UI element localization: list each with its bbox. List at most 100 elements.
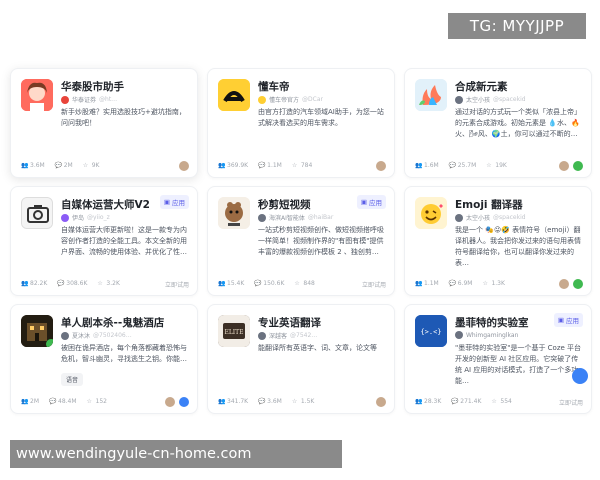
card-stats: 👥 1.6M 💬 25.7M ☆ 19K — [415, 162, 507, 169]
card-stats: 👥 341.7K 💬 3.6M ☆ 1.5K — [218, 398, 315, 405]
card-description: 由官方打造的汽车领域AI助手，为您一站式解决看选买的用车需求。 — [258, 108, 384, 127]
app-icon: ▣ — [557, 316, 564, 324]
card-stats: 👥 82.2K 💬 308.6K ☆ 3.2K — [21, 280, 120, 287]
card-title: 华泰股市助手 — [61, 81, 124, 93]
chat-icon: 💬 — [258, 162, 266, 169]
card-footer — [559, 161, 583, 171]
card-author: 夏沐沐 @7502406… — [61, 331, 132, 340]
card-author: 太空小孩 @spacekid — [455, 95, 526, 104]
card-description: 能翻译所有英语字、词、文章，论文等 — [258, 344, 377, 352]
chat-icon: 💬 — [49, 398, 57, 405]
chat-icon: 💬 — [258, 398, 266, 405]
star-icon: ☆ — [294, 280, 300, 287]
bot-card-jubensha[interactable]: 单人剧本杀--鬼魅酒店 夏沐沐 @7502406… 被困在诡异酒店，每个角落都藏着… — [10, 304, 198, 414]
try-now-link[interactable]: 立即试用 — [362, 280, 386, 289]
app-tag: ▣ 应用 — [356, 195, 386, 209]
card-stats: 👥 1.1M 💬 6.9M ☆ 1.3K — [415, 280, 505, 287]
bot-card-miaojian[interactable]: 秒剪短视频 ▣ 应用 海滨AI智能体 @haiBar 一站式秒剪短视频创作、做短视频… — [207, 186, 395, 296]
star-icon: ☆ — [291, 398, 298, 405]
app-tag: ▣ 应用 — [553, 313, 583, 327]
try-now-link[interactable]: 立即试用 — [559, 398, 583, 407]
card-description: 新手炒股难？实用选股技巧+避坑指南，问问我吧！ — [61, 108, 186, 127]
card-stats: 👥 15.4K 💬 150.6K ☆ 848 — [218, 280, 315, 287]
chat-icon: 💬 — [54, 162, 63, 169]
card-title: 自媒体运营大师V2 — [61, 199, 150, 211]
star-icon: ☆ — [482, 280, 488, 287]
chat-icon: 💬 — [254, 280, 262, 287]
card-author: 懂车帝官方 @DCar — [258, 95, 323, 104]
bot-card-murphy[interactable]: {>.<} 墨菲特的实验室 ▣ 应用 Whimgaminglkan "墨菲特的实验… — [404, 304, 592, 414]
avatar — [415, 79, 447, 111]
star-icon: ☆ — [97, 280, 103, 287]
star-icon: ☆ — [486, 162, 492, 169]
card-author: 太空小孩 @spacekid — [455, 213, 526, 222]
users-icon: 👥 — [218, 162, 226, 169]
card-author: 伊岛 @yiio_z — [61, 213, 110, 222]
users-icon: 👥 — [21, 162, 29, 169]
bot-card-hecheng[interactable]: 合成新元素 太空小孩 @spacekid 通过对话的方式玩一个类似「浓县上帝」的元… — [404, 68, 592, 178]
creator-avatar — [559, 161, 569, 171]
card-author: 深越客 @7542… — [258, 331, 317, 340]
users-icon: 👥 — [218, 280, 226, 287]
card-title: 专业英语翻译 — [258, 317, 321, 329]
card-author: Whimgaminglkan — [455, 331, 518, 339]
users-icon: 👥 — [21, 398, 29, 405]
creator-avatar — [376, 397, 386, 407]
wechat-icon — [573, 161, 583, 171]
users-icon: 👥 — [415, 398, 423, 405]
avatar: {>.<} — [415, 315, 447, 347]
app-tag: ▣ 应用 — [159, 195, 189, 209]
platform-icon — [179, 397, 189, 407]
card-title: 墨菲特的实验室 — [455, 317, 529, 329]
card-title: Emoji 翻译器 — [455, 199, 523, 211]
svg-text:ELITE: ELITE — [224, 329, 243, 336]
wechat-icon — [573, 279, 583, 289]
bot-card-zimeiti[interactable]: 自媒体运营大师V2 ▣ 应用 伊岛 @yiio_z 自媒体运营大师更新啦！这是一款专… — [10, 186, 198, 296]
star-icon: ☆ — [291, 162, 298, 169]
avatar — [218, 197, 250, 229]
card-footer — [376, 161, 386, 171]
chat-icon: 💬 — [451, 398, 459, 405]
card-title: 单人剧本杀--鬼魅酒店 — [61, 317, 165, 329]
card-description: 一站式秒剪短视频创作、做短视频搭呼吸一样简单！视频制作界的"有图有模"提供丰富的… — [258, 226, 384, 256]
avatar — [21, 79, 53, 111]
card-footer — [179, 161, 189, 171]
creator-avatar — [179, 161, 189, 171]
try-now-link[interactable]: 立即试用 — [165, 280, 189, 289]
card-title: 合成新元素 — [455, 81, 508, 93]
watermark-bottom: www.wendingyule-cn-home.com — [10, 440, 342, 468]
bot-card-emoji[interactable]: Emoji 翻译器 太空小孩 @spacekid 我是一个 🎭😜🤣 表情符号（em… — [404, 186, 592, 296]
star-icon: ☆ — [82, 162, 89, 169]
card-footer — [165, 397, 189, 407]
card-stats: 👥 2M 💬 48.4M ☆ 152 — [21, 398, 107, 405]
card-description: "墨菲特的实验室"是一个基于 Coze 平台开发的创新型 AI 社区应用。它突破… — [455, 344, 582, 385]
card-description: 自媒体运营大师更新啦！这是一款专为内容创作者打造的全能工具。本文全新的用户界面、… — [61, 226, 187, 256]
chat-bubble-icon[interactable] — [572, 368, 588, 384]
avatar — [218, 79, 250, 111]
users-icon: 👥 — [21, 280, 29, 287]
bot-card-english[interactable]: ELITE 专业英语翻译 深越客 @7542… 能翻译所有英语字、词、文章，论文等… — [207, 304, 395, 414]
bot-card-huatai[interactable]: 华泰股市助手 华泰证券 @ht… 新手炒股难？实用选股技巧+避坑指南，问问我吧！ … — [10, 68, 198, 178]
users-icon: 👥 — [415, 280, 423, 287]
card-description: 被困在诡异酒店，每个角落都藏着恐怖与危机，智斗幽灵，寻找逃生之钥。你能… — [61, 344, 187, 363]
chat-icon: 💬 — [448, 162, 457, 169]
card-description: 我是一个 🎭😜🤣 表情符号（emoji）翻译机器人。我会把你发过来的语句用表情符… — [455, 226, 581, 267]
star-icon: ☆ — [491, 398, 497, 405]
card-author: 海滨AI智能体 @haiBar — [258, 213, 333, 222]
creator-avatar — [165, 397, 175, 407]
star-icon: ☆ — [86, 398, 92, 405]
avatar: ELITE — [218, 315, 250, 347]
card-stats: 👥 369.9K 💬 1.1M ☆ 784 — [218, 162, 313, 169]
watermark-top: TG: MYYJJPP — [448, 13, 586, 39]
card-stats: 👥 3.6M 💬 2M ☆ 9K — [21, 162, 100, 169]
avatar — [21, 315, 53, 347]
chat-icon: 💬 — [57, 280, 65, 287]
users-icon: 👥 — [218, 398, 226, 405]
bot-card-dongchedi[interactable]: 懂车帝 懂车帝官方 @DCar 由官方打造的汽车领域AI助手，为您一站式解决看选买… — [207, 68, 395, 178]
users-icon: 👥 — [415, 162, 423, 169]
avatar — [415, 197, 447, 229]
card-author: 华泰证券 @ht… — [61, 95, 117, 104]
chat-icon: 💬 — [448, 280, 457, 287]
card-stats: 👥 28.3K 💬 271.4K ☆ 554 — [415, 398, 512, 405]
card-title: 懂车帝 — [258, 81, 290, 93]
